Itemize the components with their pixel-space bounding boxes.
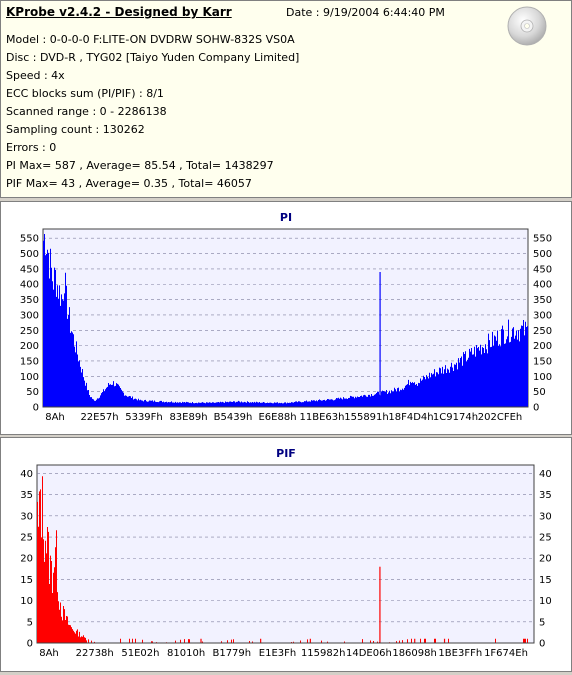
y-tick-label-left: 35	[20, 490, 33, 501]
y-tick-label-right: 150	[533, 356, 552, 367]
x-tick-label: 11BE63h	[300, 412, 345, 423]
x-tick-label: 22E57h	[80, 412, 118, 423]
y-tick-label-right: 15	[539, 575, 552, 586]
y-tick-label-left: 15	[20, 575, 33, 586]
scan-date: Date : 9/19/2004 6:44:40 PM	[286, 6, 445, 19]
y-tick-label-right: 100	[533, 372, 552, 383]
y-tick-label-right: 400	[533, 280, 552, 291]
y-tick-label-right: 550	[533, 234, 552, 245]
x-tick-label: 51E02h	[121, 648, 159, 659]
y-tick-label-right: 200	[533, 341, 552, 352]
y-tick-label-left: 100	[20, 372, 39, 383]
y-tick-label-left: 20	[20, 554, 33, 565]
y-tick-label-left: 150	[20, 356, 39, 367]
y-tick-label-right: 20	[539, 554, 552, 565]
y-tick-label-right: 250	[533, 326, 552, 337]
y-tick-label-right: 30	[539, 511, 552, 522]
x-tick-label: 8Ah	[45, 412, 65, 423]
x-tick-label: 186098h	[392, 648, 437, 659]
x-tick-label: E1E3Fh	[259, 648, 296, 659]
y-tick-label-left: 0	[33, 403, 39, 414]
x-tick-label: 155891h	[344, 412, 389, 423]
x-tick-label: 22738h	[76, 648, 114, 659]
x-tick-label: 81010h	[167, 648, 205, 659]
y-tick-label-right: 350	[533, 295, 552, 306]
y-tick-label-right: 450	[533, 264, 552, 275]
x-tick-label: 1BE3FFh	[438, 648, 482, 659]
y-tick-label-left: 5	[27, 617, 33, 628]
pif-summary-line: PIF Max= 43 , Average= 0.35 , Total= 460…	[6, 177, 252, 190]
y-tick-label-right: 0	[539, 639, 545, 650]
errors-line: Errors : 0	[6, 141, 57, 154]
y-tick-label-left: 0	[27, 639, 33, 650]
y-tick-label-left: 550	[20, 234, 39, 245]
x-tick-label: 1F674Eh	[484, 648, 528, 659]
speed-line: Speed : 4x	[6, 69, 65, 82]
y-tick-label-right: 10	[539, 596, 552, 607]
y-tick-label-left: 25	[20, 533, 33, 544]
info-panel: KProbe v2.4.2 - Designed by Karr Date : …	[0, 0, 572, 198]
y-tick-label-left: 350	[20, 295, 39, 306]
chart-title: PI	[280, 211, 292, 224]
pi-chart-panel: PI 0 0 50 50 100 100 150 150 200 200 250 250 300 300 35…	[0, 201, 572, 435]
pif-chart-panel: PIF 0 0 5 5 10 10 15 15 20 20 25 25 30 30 35 35 40 40 8Ah 22…	[0, 437, 572, 672]
ecc-line: ECC blocks sum (PI/PIF) : 8/1	[6, 87, 164, 100]
y-tick-label-left: 250	[20, 326, 39, 337]
y-tick-label-right: 35	[539, 490, 552, 501]
x-tick-label: 202CFEh	[478, 412, 522, 423]
x-tick-label: 1C9174h	[433, 412, 478, 423]
plot-area	[36, 464, 535, 644]
y-tick-label-right: 40	[539, 469, 552, 480]
x-tick-label: 5339Fh	[125, 412, 163, 423]
y-tick-label-left: 10	[20, 596, 33, 607]
chart-title: PIF	[276, 447, 296, 460]
y-tick-label-left: 40	[20, 469, 33, 480]
y-tick-label-right: 5	[539, 617, 545, 628]
y-tick-label-left: 450	[20, 264, 39, 275]
y-tick-label-left: 300	[20, 310, 39, 321]
sampling-line: Sampling count : 130262	[6, 123, 145, 136]
app-title: KProbe v2.4.2 - Designed by Karr	[6, 5, 232, 19]
y-tick-label-left: 200	[20, 341, 39, 352]
y-tick-label-left: 30	[20, 511, 33, 522]
y-tick-label-right: 500	[533, 249, 552, 260]
x-tick-label: B1779h	[212, 648, 251, 659]
pif-chart: PIF 0 0 5 5 10 10 15 15 20 20 25 25 30 30 35 35 40 40 8Ah 22…	[20, 447, 552, 659]
x-tick-label: 18F4D4h	[388, 412, 433, 423]
y-tick-label-right: 25	[539, 533, 552, 544]
x-tick-label: 115982h	[301, 648, 346, 659]
y-tick-label-left: 500	[20, 249, 39, 260]
y-tick-label-left: 400	[20, 280, 39, 291]
y-tick-label-right: 50	[533, 387, 546, 398]
cd-disc-icon	[507, 6, 547, 46]
x-tick-label: E6E88h	[258, 412, 296, 423]
x-tick-label: 8Ah	[39, 648, 59, 659]
pi-summary-line: PI Max= 587 , Average= 85.54 , Total= 14…	[6, 159, 274, 172]
y-tick-label-right: 300	[533, 310, 552, 321]
model-line: Model : 0-0-0-0 F:LITE-ON DVDRW SOHW-832…	[6, 33, 295, 46]
x-tick-label: B5439h	[214, 412, 253, 423]
y-tick-label-right: 0	[533, 403, 539, 414]
x-tick-label: 14DE06h	[346, 648, 392, 659]
disc-line: Disc : DVD-R , TYG02 [Taiyo Yuden Compan…	[6, 51, 300, 64]
pi-chart: PI 0 0 50 50 100 100 150 150 200 200 250 250 300 300 35…	[20, 211, 552, 423]
y-tick-label-left: 50	[26, 387, 39, 398]
range-line: Scanned range : 0 - 2286138	[6, 105, 167, 118]
x-tick-label: 83E89h	[169, 412, 207, 423]
